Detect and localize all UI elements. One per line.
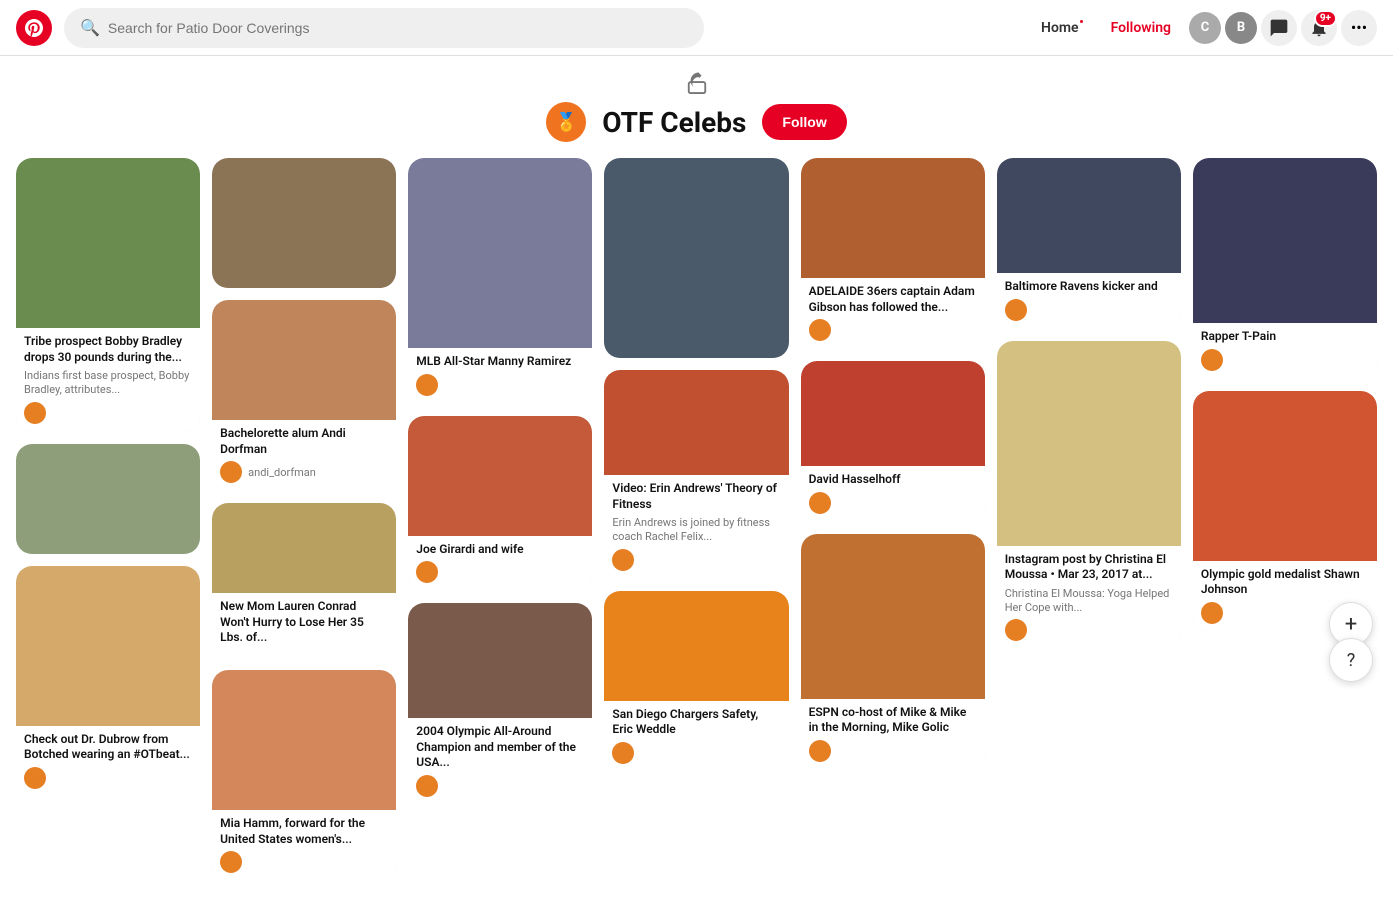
- pin-subtitle: Erin Andrews is joined by fitness coach …: [612, 516, 780, 545]
- pin-subtitle: Christina El Moussa: Yoga Helped Her Cop…: [1005, 587, 1173, 616]
- nav-links: Home Following C B 9+ •••: [1027, 10, 1377, 46]
- pin-user-name: andi_dorfman: [248, 466, 316, 479]
- pin-card[interactable]: Video: Erin Andrews' Theory of Fitness Er…: [604, 370, 788, 579]
- pin-user-avatar: [220, 461, 242, 483]
- pin-card[interactable]: ESPN co-host of Mike & Mike in the Morni…: [801, 534, 985, 770]
- pin-card[interactable]: [16, 444, 200, 554]
- home-nav[interactable]: Home: [1027, 12, 1093, 44]
- pin-description: ADELAIDE 36ers captain Adam Gibson has f…: [809, 284, 977, 315]
- pin-user-avatar: [416, 561, 438, 583]
- pin-user-avatar: [809, 319, 831, 341]
- pin-user-avatar: [809, 740, 831, 762]
- pin-card[interactable]: [212, 158, 396, 288]
- home-dot: [1078, 18, 1085, 25]
- pin-user-avatar: [24, 402, 46, 424]
- pin-card[interactable]: Olympic gold medalist Shawn Johnson: [1193, 391, 1377, 632]
- pin-card[interactable]: San Diego Chargers Safety, Eric Weddle: [604, 591, 788, 772]
- pin-description: Bachelorette alum Andi Dorfman: [220, 426, 388, 457]
- pin-description: Joe Girardi and wife: [416, 542, 584, 558]
- pin-card[interactable]: Rapper T-Pain: [1193, 158, 1377, 379]
- pin-card[interactable]: Joe Girardi and wife: [408, 416, 592, 592]
- search-input[interactable]: [108, 20, 688, 36]
- pin-card[interactable]: 2004 Olympic All-Around Champion and mem…: [408, 603, 592, 805]
- following-nav[interactable]: Following: [1097, 12, 1185, 44]
- ellipsis-icon: •••: [1351, 18, 1367, 37]
- search-icon: 🔍: [80, 18, 100, 37]
- pin-card[interactable]: [604, 158, 788, 358]
- pinterest-logo[interactable]: [16, 10, 52, 46]
- notifications-button[interactable]: 9+: [1301, 10, 1337, 46]
- pin-user-avatar: [24, 767, 46, 789]
- pin-description: Video: Erin Andrews' Theory of Fitness: [612, 481, 780, 512]
- pin-description: 2004 Olympic All-Around Champion and mem…: [416, 724, 584, 771]
- pin-user-avatar: [612, 549, 634, 571]
- share-button[interactable]: [686, 72, 708, 94]
- pin-user-avatar: [416, 374, 438, 396]
- pin-card[interactable]: David Hasselhoff: [801, 361, 985, 522]
- pin-user-avatar: [1005, 299, 1027, 321]
- pin-card[interactable]: Bachelorette alum Andi Dorfman andi_dorfm…: [212, 300, 396, 491]
- pin-user-avatar: [220, 851, 242, 873]
- pin-description: Tribe prospect Bobby Bradley drops 30 po…: [24, 334, 192, 365]
- pin-description: David Hasselhoff: [809, 472, 977, 488]
- pin-description: Mia Hamm, forward for the United States …: [220, 816, 388, 847]
- more-options-button[interactable]: •••: [1341, 10, 1377, 46]
- user-avatar-b[interactable]: B: [1225, 12, 1257, 44]
- pin-description: MLB All-Star Manny Ramirez: [416, 354, 584, 370]
- search-bar[interactable]: 🔍: [64, 8, 704, 48]
- pin-user-avatar: [416, 775, 438, 797]
- pin-user-avatar: [1201, 349, 1223, 371]
- pin-user-avatar: [809, 492, 831, 514]
- fab-help-button[interactable]: ?: [1329, 638, 1373, 682]
- pin-card[interactable]: Baltimore Ravens kicker and: [997, 158, 1181, 329]
- top-nav: 🔍 Home Following C B 9+ •••: [0, 0, 1393, 56]
- pins-grid: Tribe prospect Bobby Bradley drops 30 po…: [0, 150, 1393, 921]
- pin-card[interactable]: Mia Hamm, forward for the United States …: [212, 670, 396, 881]
- board-title-row: 🏅 OTF Celebs Follow: [546, 102, 847, 142]
- pin-card[interactable]: MLB All-Star Manny Ramirez: [408, 158, 592, 404]
- pin-card[interactable]: ADELAIDE 36ers captain Adam Gibson has f…: [801, 158, 985, 349]
- pin-description: Rapper T-Pain: [1201, 329, 1369, 345]
- pin-description: Baltimore Ravens kicker and: [1005, 279, 1173, 295]
- pin-description: Olympic gold medalist Shawn Johnson: [1201, 567, 1369, 598]
- pin-description: New Mom Lauren Conrad Won't Hurry to Los…: [220, 599, 388, 646]
- pin-subtitle: Indians first base prospect, Bobby Bradl…: [24, 369, 192, 398]
- pin-user-avatar: [1005, 619, 1027, 641]
- pin-user-avatar: [612, 742, 634, 764]
- user-avatar-c[interactable]: C: [1189, 12, 1221, 44]
- messages-button[interactable]: [1261, 10, 1297, 46]
- notification-badge: 9+: [1314, 10, 1337, 27]
- pin-description: Instagram post by Christina El Moussa • …: [1005, 552, 1173, 583]
- pin-user-avatar: [1201, 602, 1223, 624]
- board-title: OTF Celebs: [602, 106, 746, 139]
- board-header: 🏅 OTF Celebs Follow: [0, 56, 1393, 150]
- pin-description: San Diego Chargers Safety, Eric Weddle: [612, 707, 780, 738]
- pin-description: Check out Dr. Dubrow from Botched wearin…: [24, 732, 192, 763]
- follow-button[interactable]: Follow: [762, 104, 846, 140]
- pin-card[interactable]: Instagram post by Christina El Moussa • …: [997, 341, 1181, 650]
- pin-card[interactable]: Tribe prospect Bobby Bradley drops 30 po…: [16, 158, 200, 432]
- pin-card[interactable]: New Mom Lauren Conrad Won't Hurry to Los…: [212, 503, 396, 658]
- pin-card[interactable]: Check out Dr. Dubrow from Botched wearin…: [16, 566, 200, 797]
- board-avatar: 🏅: [546, 102, 586, 142]
- pin-description: ESPN co-host of Mike & Mike in the Morni…: [809, 705, 977, 736]
